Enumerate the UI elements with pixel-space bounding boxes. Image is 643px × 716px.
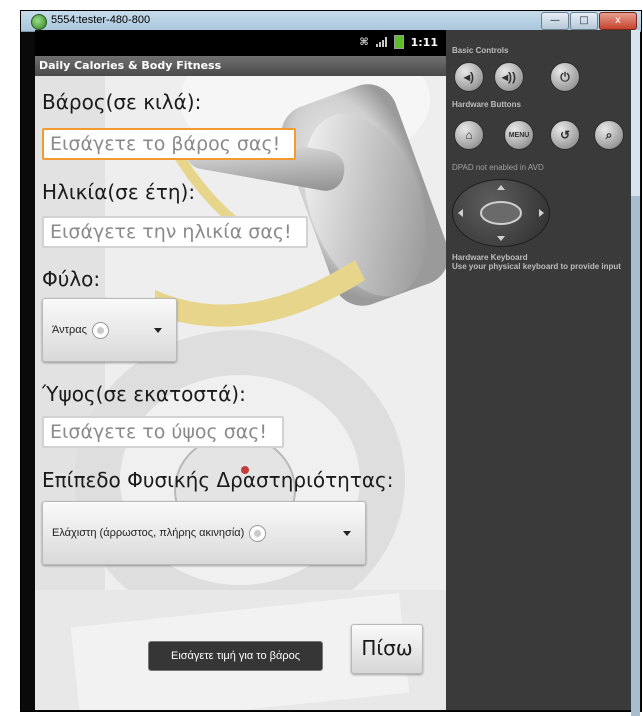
activity-level-spinner[interactable]: Ελάχιστη (άρρωστος, πλήρης ακινησία) <box>42 501 366 565</box>
window-title: 5554:tester-480-800 <box>51 14 151 26</box>
height-label: Ύψος(σε εκατοστά): <box>42 382 246 406</box>
debug-icon: ⌘ <box>359 36 369 48</box>
maximize-button[interactable]: □ <box>570 12 598 30</box>
minimize-button[interactable]: — <box>541 12 569 30</box>
android-status-bar: ⌘ 1:11 <box>35 30 446 56</box>
dpad-icon[interactable] <box>452 179 550 247</box>
weight-label: Βάρος(σε κιλά): <box>42 90 202 114</box>
scrollbar-thumb[interactable] <box>631 196 640 716</box>
status-time: 1:11 <box>410 35 438 49</box>
radio-indicator-icon <box>91 321 109 339</box>
gender-selected-value: Άντρας <box>52 324 87 336</box>
menu-button[interactable]: MENU <box>504 120 534 150</box>
home-icon[interactable]: ⌂ <box>454 120 484 150</box>
activity-label: Επίπεδο Φυσικής Δραστηριότητας: <box>42 468 394 492</box>
dropdown-arrow-icon <box>343 531 351 536</box>
gender-label: Φύλο: <box>42 267 101 291</box>
height-input[interactable]: Εισάγετε το ύψος σας! <box>42 416 284 448</box>
gender-spinner[interactable]: Άντρας <box>42 298 177 362</box>
back-button[interactable]: Πίσω <box>351 624 423 674</box>
back-icon[interactable]: ↺ <box>550 120 580 150</box>
dpad-note: DPAD not enabled in AVD <box>452 163 544 172</box>
emulator-control-panel: Basic Controls ◂) ◂)) ⏻ Hardware Buttons… <box>446 30 631 710</box>
close-button[interactable]: x <box>599 12 637 30</box>
activity-selected-value: Ελάχιστη (άρρωστος, πλήρης ακινησία) <box>52 527 245 539</box>
hardware-keyboard-note: Use your physical keyboard to provide in… <box>452 262 621 271</box>
window-controls: — □ x <box>541 12 637 30</box>
app-title-bar: Daily Calories & Body Fitness <box>35 56 446 76</box>
age-input[interactable]: Εισάγετε την ηλικία σας! <box>42 216 308 248</box>
hardware-keyboard-title: Hardware Keyboard <box>452 253 528 262</box>
window-scrollbar[interactable] <box>631 30 640 716</box>
power-icon[interactable]: ⏻ <box>550 62 580 92</box>
emulator-app-icon <box>31 14 47 30</box>
age-label: Ηλικία(σε έτη): <box>42 180 196 204</box>
hardware-buttons-title: Hardware Buttons <box>452 100 521 109</box>
dropdown-arrow-icon <box>154 328 162 333</box>
battery-icon <box>393 35 404 49</box>
window-titlebar[interactable]: 5554:tester-480-800 — □ x <box>21 11 641 32</box>
radio-indicator-icon <box>249 524 267 542</box>
android-screen: ⌘ 1:11 Daily Calories & Body Fitness Βάρ… <box>35 30 446 710</box>
menu-label: MENU <box>508 131 530 139</box>
basic-controls-title: Basic Controls <box>452 46 509 55</box>
toast-message: Εισάγετε τιμή για το βάρος <box>148 641 323 671</box>
signal-icon <box>375 37 387 47</box>
weight-input[interactable]: Εισάγετε το βάρος σας! <box>42 128 296 160</box>
volume-down-icon[interactable]: ◂) <box>454 62 484 92</box>
volume-up-icon[interactable]: ◂)) <box>494 62 524 92</box>
search-icon[interactable]: ⌕ <box>594 120 624 150</box>
